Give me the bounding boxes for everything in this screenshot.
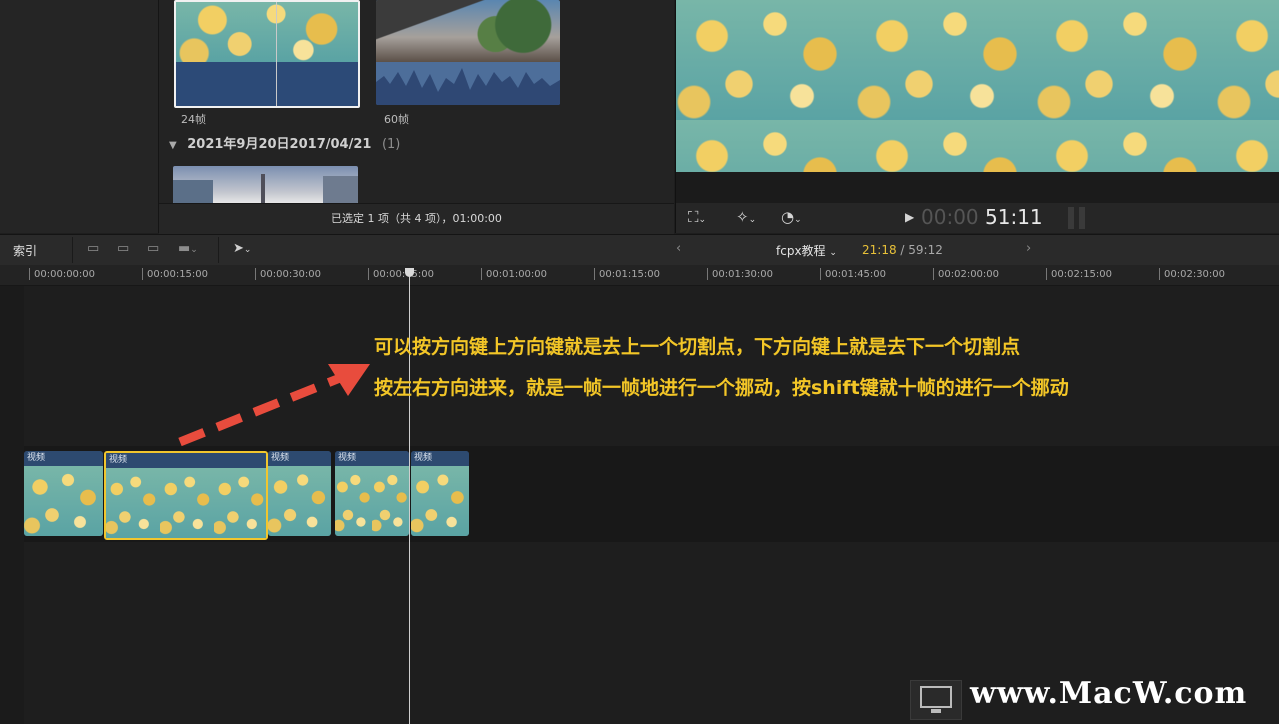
timecode-display: 00:00 51:11 <box>921 205 1043 229</box>
timeline-clip-selected[interactable]: 视频 <box>104 451 268 540</box>
clip-filmstrip <box>106 468 266 538</box>
audio-meter <box>1068 207 1074 229</box>
ruler-label: 00:02:30:00 <box>1164 269 1226 280</box>
project-duration: 21:18 / 59:12 <box>862 243 943 257</box>
viewer-controls: ⛶⌄ ✧⌄ ◔⌄ ▶ 00:00 51:11 <box>676 203 1279 233</box>
divider <box>72 237 73 263</box>
browser-clip-24fps[interactable] <box>174 0 360 108</box>
ruler-tick <box>255 268 256 280</box>
viewer-frame <box>676 0 1279 172</box>
ruler-tick <box>933 268 934 280</box>
audio-waveform <box>376 62 560 105</box>
connect-clip-icon[interactable]: ▭ <box>87 241 99 256</box>
select-tool-icon[interactable]: ➤⌄ <box>233 241 251 256</box>
ruler-label: 00:01:00:00 <box>486 269 548 280</box>
ruler-tick <box>481 268 482 280</box>
magic-wand-icon[interactable]: ✧⌄ <box>736 208 756 226</box>
ruler-label: 00:01:45:00 <box>825 269 887 280</box>
timeline-gutter <box>0 286 24 724</box>
clip-thumbnail <box>376 0 560 62</box>
chevron-down-icon: ⌄ <box>829 248 837 258</box>
clip-filmstrip <box>268 466 331 536</box>
waveform-graphic <box>376 68 560 105</box>
ruler-label: 00:00:45:00 <box>373 269 435 280</box>
forward-arrow-icon[interactable]: › <box>1026 241 1031 256</box>
back-arrow-icon[interactable]: ‹ <box>676 241 681 256</box>
append-clip-icon[interactable]: ▭ <box>147 241 159 256</box>
group-title: 2021年9月20日2017/04/21 <box>187 137 372 152</box>
clip-thumbnail <box>176 2 358 62</box>
sidebar-panel <box>0 0 159 233</box>
ruler-tick <box>29 268 30 280</box>
crop-icon[interactable]: ⛶⌄ <box>688 208 706 226</box>
audio-waveform <box>176 62 358 106</box>
ruler-label: 00:01:15:00 <box>599 269 661 280</box>
insert-clip-icon[interactable]: ▭ <box>117 241 129 256</box>
ruler-label: 00:00:15:00 <box>147 269 209 280</box>
timeline-clip[interactable]: 视频 <box>335 451 409 536</box>
timeline-clip[interactable]: 视频 <box>411 451 469 536</box>
index-button[interactable]: 索引 <box>13 242 37 259</box>
annotation-line-2: 按左右方向进来，就是一帧一帧地进行一个挪动，按shift键就十帧的进行一个挪动 <box>374 377 1069 399</box>
group-count: (1) <box>381 137 401 152</box>
total-duration: / 59:12 <box>900 243 943 257</box>
browser-clip[interactable] <box>173 166 358 204</box>
ruler-label: 00:02:15:00 <box>1051 269 1113 280</box>
current-duration: 21:18 <box>862 243 897 257</box>
event-group-header[interactable]: ▼ 2021年9月20日2017/04/21 (1) <box>169 133 400 152</box>
timecode-frames: 51:11 <box>985 205 1043 229</box>
clip-header: 视频 <box>335 451 409 466</box>
watermark-text: www.MacW.com <box>970 676 1248 711</box>
ruler-tick <box>1159 268 1160 280</box>
ruler-label: 00:00:00:00 <box>34 269 96 280</box>
clip-label: 24帧 <box>181 113 206 126</box>
speedometer-icon[interactable]: ◔⌄ <box>781 208 802 226</box>
selection-status: 已选定 1 项（共 4 项），01:00:00 <box>159 203 674 234</box>
skimmer-line <box>276 2 277 106</box>
ruler-tick <box>707 268 708 280</box>
overwrite-clip-icon[interactable]: ▬⌄ <box>178 241 198 256</box>
timecode-hours: 00:00 <box>921 205 979 229</box>
clip-thumbnail <box>173 174 358 204</box>
clip-filmstrip <box>411 466 469 536</box>
ruler-tick <box>820 268 821 280</box>
timeline-clip[interactable]: 视频 <box>24 451 103 536</box>
browser-clip-60fps[interactable] <box>376 0 560 105</box>
project-title: fcpx教程 <box>776 244 826 258</box>
ruler-tick <box>368 268 369 280</box>
timeline-clip[interactable]: 视频 <box>268 451 331 536</box>
ruler-label: 00:00:30:00 <box>260 269 322 280</box>
audio-meter <box>1079 207 1085 229</box>
watermark: www.MacW.com <box>910 676 1278 720</box>
clip-filmstrip <box>24 466 103 536</box>
ruler-tick <box>142 268 143 280</box>
ruler-tick <box>594 268 595 280</box>
disclosure-triangle-icon[interactable]: ▼ <box>169 140 177 151</box>
clip-filmstrip <box>335 466 409 536</box>
project-name[interactable]: fcpx教程 ⌄ <box>776 242 837 259</box>
annotation-line-1: 可以按方向键上方向键就是去上一个切割点，下方向键上就是去下一个切割点 <box>374 336 1021 358</box>
ruler-tick <box>1046 268 1047 280</box>
ruler-label: 00:01:30:00 <box>712 269 774 280</box>
timeline-toolbar: 索引 ▭ ▭ ▭ ▬⌄ ➤⌄ ‹ fcpx教程 ⌄ 21:18 / 59:12 … <box>0 234 1279 266</box>
clip-header: 视频 <box>411 451 469 466</box>
dashed-arrow-annotation <box>178 364 370 447</box>
clip-label: 60帧 <box>384 113 409 126</box>
clip-header: 视频 <box>24 451 103 466</box>
play-icon[interactable]: ▶ <box>905 210 914 224</box>
divider <box>218 237 219 263</box>
ruler-label: 00:02:00:00 <box>938 269 1000 280</box>
playhead-handle[interactable] <box>405 268 414 277</box>
clip-header: 视频 <box>106 453 266 468</box>
media-browser: 24帧 60帧 ▼ 2021年9月20日2017/04/21 (1) <box>159 0 674 233</box>
viewer: ⛶⌄ ✧⌄ ◔⌄ ▶ 00:00 51:11 <box>675 0 1279 233</box>
macw-logo-icon <box>910 680 962 720</box>
clip-header: 视频 <box>268 451 331 466</box>
timeline-ruler[interactable]: 00:00:00:00 00:00:15:00 00:00:30:00 00:00:4… <box>0 265 1279 286</box>
